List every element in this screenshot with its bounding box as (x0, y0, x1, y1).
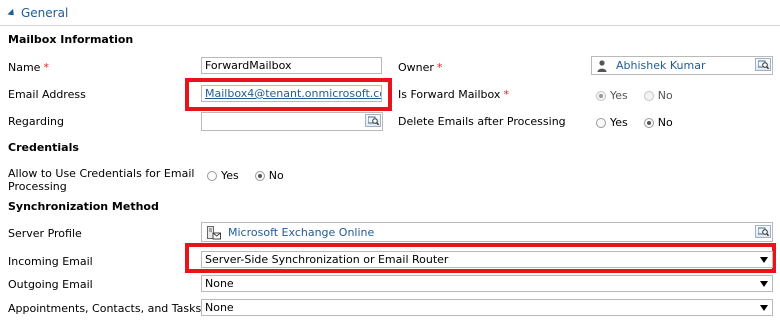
chevron-down-icon (7, 8, 17, 19)
regarding-lookup-button[interactable] (365, 114, 381, 127)
owner-label: Owner * (398, 61, 443, 74)
owner-lookup-field[interactable]: Abhishek Kumar (591, 56, 773, 75)
required-asterisk: * (436, 61, 443, 74)
allow-credentials-no-radio[interactable] (254, 170, 265, 181)
section-header-general[interactable]: General (7, 6, 69, 20)
name-field[interactable]: ForwardMailbox (201, 57, 382, 74)
allow-credentials-label: Allow to Use Credentials for Email Proce… (8, 167, 195, 193)
delete-emails-yes-label: Yes (610, 116, 628, 129)
incoming-email-label: Incoming Email (8, 255, 93, 268)
is-forward-yes-radio[interactable] (596, 90, 606, 101)
appointments-select[interactable]: None (201, 299, 773, 316)
required-asterisk: * (43, 61, 49, 74)
email-address-value: Mailbox4@tenant.onmicrosoft.com (205, 87, 382, 100)
lookup-search-icon (758, 60, 769, 70)
regarding-label: Regarding (8, 115, 64, 128)
person-icon (597, 60, 607, 72)
section-divider (0, 25, 780, 26)
server-profile-lookup-field[interactable]: Microsoft Exchange Online (201, 222, 773, 242)
incoming-email-select[interactable]: Server-Side Synchronization or Email Rou… (201, 251, 773, 268)
owner-lookup-button[interactable] (755, 58, 771, 71)
mailbox-information-heading: Mailbox Information (8, 33, 134, 46)
email-address-label: Email Address (8, 88, 86, 101)
owner-value-link[interactable]: Abhishek Kumar (616, 59, 706, 72)
is-forward-mailbox-label: Is Forward Mailbox * (398, 88, 509, 101)
allow-credentials-yes-radio[interactable] (207, 170, 217, 181)
is-forward-no-radio[interactable] (643, 90, 654, 101)
server-profile-value-link[interactable]: Microsoft Exchange Online (228, 226, 374, 239)
synchronization-method-heading: Synchronization Method (8, 200, 159, 213)
dropdown-arrow-icon (760, 257, 768, 263)
delete-emails-label: Delete Emails after Processing (398, 115, 566, 128)
server-profile-icon (207, 226, 221, 240)
required-asterisk: * (503, 88, 509, 101)
is-forward-mailbox-radio-group: Yes No (596, 89, 685, 102)
allow-credentials-radio-group: Yes No (207, 169, 296, 182)
lookup-search-icon (758, 227, 769, 237)
is-forward-no-label: No (657, 89, 673, 102)
credentials-heading: Credentials (8, 141, 79, 154)
section-title: General (21, 6, 69, 20)
email-address-field[interactable]: Mailbox4@tenant.onmicrosoft.com (201, 85, 382, 102)
allow-credentials-yes-label: Yes (221, 169, 239, 182)
appointments-label: Appointments, Contacts, and Tasks (8, 302, 202, 315)
is-forward-yes-label: Yes (610, 89, 628, 102)
outgoing-email-value: None (205, 277, 234, 290)
delete-emails-no-radio[interactable] (643, 117, 654, 128)
allow-credentials-no-label: No (268, 169, 284, 182)
delete-emails-radio-group: Yes No (596, 116, 685, 129)
dropdown-arrow-icon (760, 305, 768, 311)
regarding-lookup-field[interactable] (201, 112, 383, 131)
server-profile-lookup-button[interactable] (755, 225, 771, 238)
name-label: Name * (8, 61, 49, 74)
dropdown-arrow-icon (760, 281, 768, 287)
outgoing-email-label: Outgoing Email (8, 278, 93, 291)
outgoing-email-select[interactable]: None (201, 275, 773, 292)
lookup-search-icon (368, 116, 379, 126)
server-profile-label: Server Profile (8, 227, 82, 240)
incoming-email-value: Server-Side Synchronization or Email Rou… (205, 253, 449, 266)
appointments-value: None (205, 301, 234, 314)
delete-emails-yes-radio[interactable] (596, 117, 606, 128)
delete-emails-no-label: No (657, 116, 673, 129)
